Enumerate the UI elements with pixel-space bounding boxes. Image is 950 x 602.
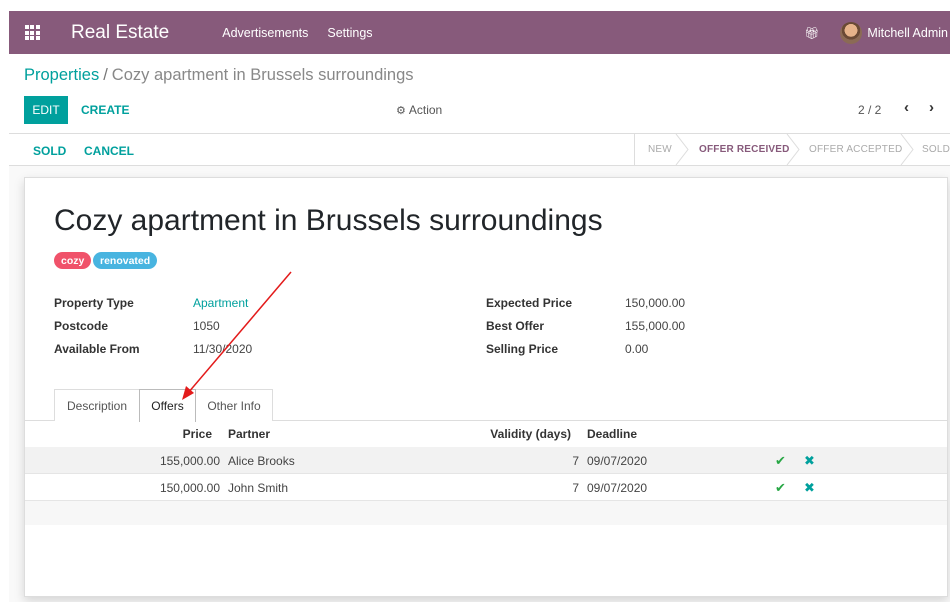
tag-cozy[interactable]: cozy: [54, 252, 92, 269]
stage-chevron: [786, 134, 800, 165]
user-menu[interactable]: Mitchell Admin: [867, 26, 948, 40]
tag-renovated[interactable]: renovated: [93, 252, 158, 269]
cell-deadline: 09/07/2020: [587, 481, 648, 495]
stage-chevron: [900, 134, 914, 165]
action-dropdown[interactable]: ⚙ Action: [396, 103, 442, 117]
cancel-button[interactable]: CANCEL: [84, 144, 134, 158]
apps-menu-icon[interactable]: [9, 11, 55, 54]
sold-button[interactable]: SOLD: [33, 144, 66, 158]
stage-new[interactable]: NEW: [648, 144, 672, 155]
table-row-empty: [25, 501, 947, 525]
cell-partner: Alice Brooks: [228, 454, 295, 468]
pager-value[interactable]: 2 / 2: [858, 103, 881, 117]
col-price[interactable]: Price: [183, 427, 212, 441]
breadcrumb-separator: /: [103, 66, 108, 84]
accept-offer-icon[interactable]: ✔: [775, 453, 786, 469]
chevron-left-icon[interactable]: ‹: [904, 99, 909, 116]
cell-validity: 7: [572, 454, 579, 468]
refuse-offer-icon[interactable]: ✖: [804, 453, 815, 469]
label-best-offer: Best Offer: [486, 319, 545, 333]
col-deadline[interactable]: Deadline: [587, 427, 637, 441]
status-bar: SOLD CANCEL NEW OFFER RECEIVED OFFER ACC…: [9, 133, 950, 166]
label-selling-price: Selling Price: [486, 342, 559, 356]
cell-price: 155,000.00: [159, 454, 220, 468]
top-navbar: Real Estate Advertisements Settings 🎁︎ M…: [9, 11, 950, 54]
value-selling-price: 0.00: [625, 342, 649, 356]
label-postcode: Postcode: [54, 319, 109, 333]
gift-icon[interactable]: 🎁︎: [804, 26, 819, 40]
cell-partner: John Smith: [228, 481, 289, 495]
tab-description[interactable]: Description: [54, 389, 140, 421]
action-label: Action: [408, 103, 443, 117]
form-sheet: [24, 177, 948, 597]
status-divider: [634, 134, 635, 165]
stage-sold[interactable]: SOLD: [922, 144, 950, 155]
col-partner[interactable]: Partner: [228, 427, 270, 441]
label-property-type: Property Type: [54, 296, 134, 310]
app-brand[interactable]: Real Estate: [71, 22, 169, 44]
stage-offer-accepted[interactable]: OFFER ACCEPTED: [809, 144, 902, 155]
avatar[interactable]: [840, 21, 863, 44]
tab-other-info[interactable]: Other Info: [195, 389, 273, 421]
menu-advertisements[interactable]: Advertisements: [222, 26, 308, 40]
gear-icon: ⚙: [396, 104, 406, 117]
breadcrumb-properties[interactable]: Properties: [24, 66, 99, 84]
cell-deadline: 09/07/2020: [587, 454, 648, 468]
menu-settings[interactable]: Settings: [327, 26, 372, 40]
breadcrumb: Properties / Cozy apartment in Brussels su…: [24, 66, 414, 85]
cell-validity: 7: [572, 481, 579, 495]
value-property-type[interactable]: Apartment: [193, 296, 248, 310]
value-available-from: 11/30/2020: [193, 342, 253, 356]
cell-price: 150,000.00: [159, 481, 220, 495]
record-title: Cozy apartment in Brussels surroundings: [54, 204, 603, 237]
chevron-right-icon[interactable]: ›: [929, 99, 934, 116]
stage-chevron: [675, 134, 689, 165]
create-button[interactable]: CREATE: [81, 103, 129, 117]
breadcrumb-current: Cozy apartment in Brussels surroundings: [111, 66, 414, 84]
refuse-offer-icon[interactable]: ✖: [804, 480, 815, 496]
value-postcode: 1050: [193, 319, 220, 333]
label-available-from: Available From: [54, 342, 140, 356]
col-validity[interactable]: Validity (days): [490, 427, 571, 441]
accept-offer-icon[interactable]: ✔: [775, 480, 786, 496]
stage-offer-received[interactable]: OFFER RECEIVED: [699, 144, 790, 155]
value-best-offer: 155,000.00: [625, 319, 686, 333]
label-expected-price: Expected Price: [486, 296, 573, 310]
tab-offers[interactable]: Offers: [139, 389, 196, 422]
value-expected-price: 150,000.00: [625, 296, 686, 310]
edit-button[interactable]: EDIT: [24, 96, 68, 124]
